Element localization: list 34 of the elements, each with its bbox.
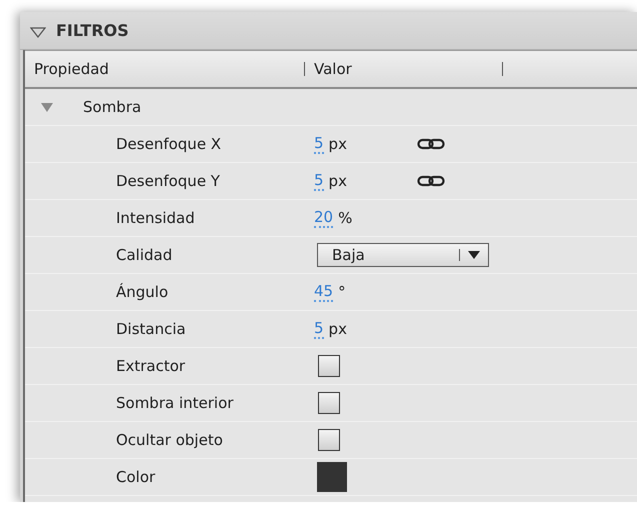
disclosure-triangle-icon[interactable] — [41, 102, 53, 112]
property-label: Ocultar objeto — [116, 431, 224, 449]
checkbox[interactable] — [318, 355, 340, 377]
quality-dropdown[interactable]: Baja — [317, 243, 489, 267]
property-label: Ángulo — [116, 283, 170, 301]
chain-link-icon[interactable] — [416, 138, 445, 150]
property-label: Calidad — [116, 246, 174, 264]
value-field[interactable]: 45 — [314, 282, 334, 302]
group-label: Sombra — [83, 98, 142, 116]
unit-label: px — [328, 135, 347, 153]
checkbox[interactable] — [318, 392, 340, 414]
panel-title: FILTROS — [56, 21, 129, 40]
property-label: Intensidad — [116, 209, 196, 227]
property-label: Desenfoque Y — [116, 172, 221, 190]
property-label: Distancia — [116, 320, 187, 338]
property-label: Sombra interior — [116, 394, 234, 412]
caret-icon[interactable] — [468, 251, 480, 259]
checkbox[interactable] — [318, 429, 340, 451]
unit-label: px — [328, 320, 347, 338]
property-label: Extractor — [116, 357, 186, 375]
value-field[interactable]: 20 — [314, 208, 334, 228]
disclosure-triangle-icon[interactable] — [30, 26, 46, 40]
value-field[interactable]: 5 — [314, 134, 324, 154]
unit-label: ° — [338, 283, 346, 301]
column-header[interactable]: Valor — [305, 62, 503, 76]
value-field[interactable]: 5 — [314, 172, 324, 190]
chain-link-icon[interactable] — [416, 175, 445, 187]
color-swatch[interactable] — [317, 462, 347, 492]
value-field[interactable]: 5 — [314, 320, 324, 338]
unit-label: px — [328, 172, 347, 190]
unit-label: % — [338, 209, 352, 227]
property-label: Desenfoque X — [116, 135, 222, 153]
property-label: Color — [116, 468, 156, 486]
column-header[interactable]: Propiedad — [25, 62, 305, 76]
